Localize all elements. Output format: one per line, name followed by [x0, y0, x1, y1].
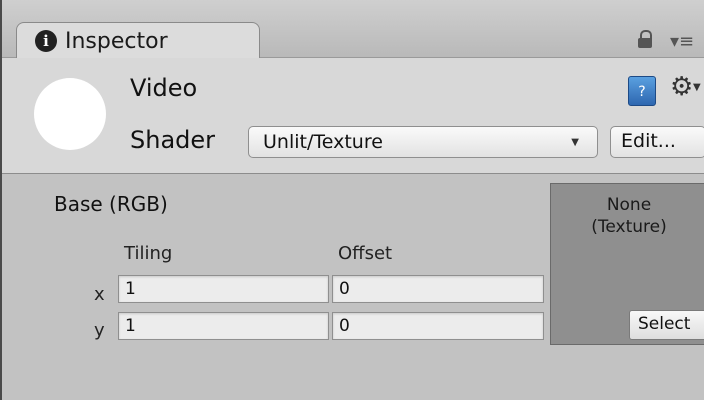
y-axis-label: y	[94, 320, 105, 341]
tiling-label: Tiling	[124, 243, 173, 264]
tiling-x-field[interactable]: 1	[118, 275, 329, 303]
texture-slot[interactable]: None (Texture) Select	[550, 183, 704, 345]
dropdown-arrow-icon: ▼	[571, 137, 579, 148]
material-name: Video	[130, 74, 198, 102]
offset-label: Offset	[338, 243, 393, 264]
tab-bar: i Inspector ▾≡	[2, 0, 704, 62]
edit-button[interactable]: Edit...	[610, 126, 704, 158]
tab-label: Inspector	[65, 29, 168, 54]
select-button[interactable]: Select	[629, 310, 704, 340]
tab-inspector[interactable]: i Inspector	[16, 22, 260, 62]
material-preview	[34, 78, 106, 150]
offset-y-field[interactable]: 0	[332, 312, 544, 340]
shader-value: Unlit/Texture	[263, 131, 383, 153]
tab-menu-icon[interactable]: ▾≡	[670, 31, 694, 52]
info-icon: i	[35, 30, 57, 52]
chevron-down-icon: ▼	[693, 82, 701, 93]
material-header: Video ? ⚙ ▼ Shader Unlit/Texture ▼ Edit.…	[2, 58, 704, 174]
tiling-y-field[interactable]: 1	[118, 312, 329, 340]
inspector-window: i Inspector ▾≡ Video ? ⚙ ▼ Shader Unlit/…	[0, 0, 704, 400]
offset-x-field[interactable]: 0	[332, 275, 544, 303]
gear-icon[interactable]: ⚙	[670, 72, 693, 102]
shader-dropdown[interactable]: Unlit/Texture ▼	[248, 126, 598, 158]
shader-label: Shader	[130, 126, 216, 154]
lock-icon[interactable]	[638, 30, 652, 48]
help-icon[interactable]: ?	[628, 76, 656, 106]
property-label: Base (RGB)	[54, 192, 168, 216]
texture-none-text: None (Texture)	[591, 195, 667, 237]
x-axis-label: x	[94, 284, 105, 305]
